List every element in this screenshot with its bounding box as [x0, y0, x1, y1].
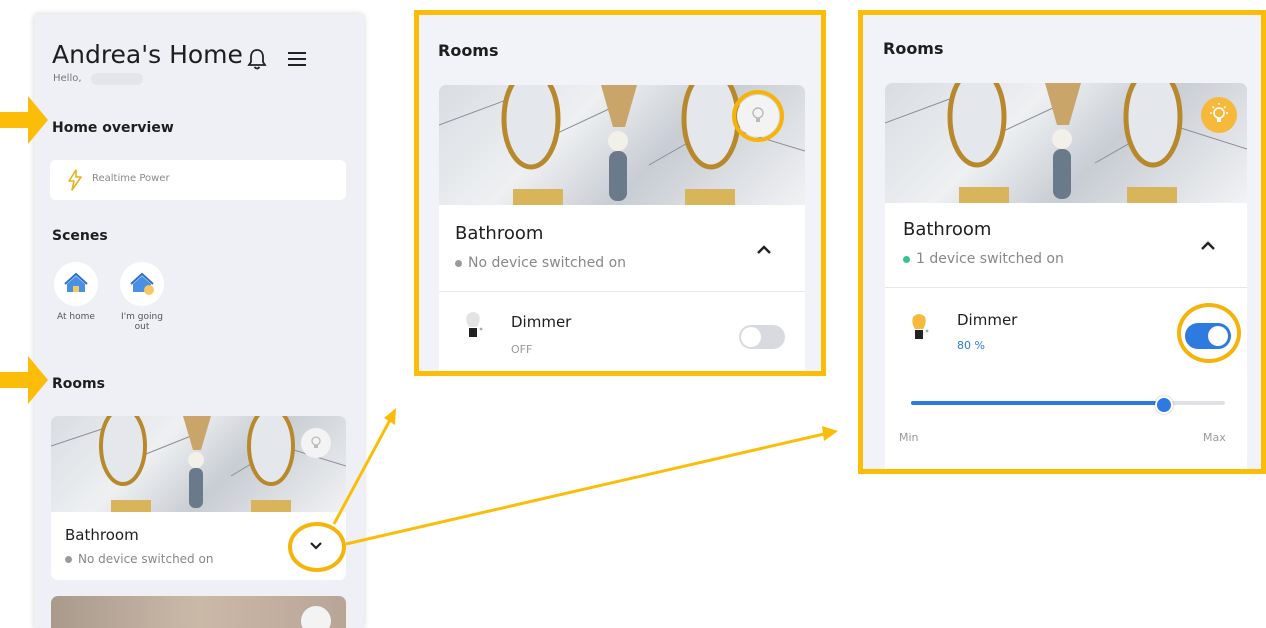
status-dot: [903, 255, 910, 263]
chevron-up-icon[interactable]: [1197, 235, 1219, 257]
room-card-bathroom-on[interactable]: Bathroom 1 device switched on Dimmer 80 …: [885, 83, 1247, 469]
highlight-ring: [1177, 303, 1241, 363]
room-status-text: No device switched on: [468, 255, 627, 271]
brightness-slider[interactable]: [911, 396, 1225, 414]
rooms-panel-off: Rooms Bathroom No device switched on Dim…: [414, 10, 826, 376]
slider-thumb[interactable]: [1155, 396, 1173, 414]
rooms-panel-on: Rooms Bathroom 1 device switched on Dimm…: [858, 10, 1266, 474]
room-image: [885, 83, 1247, 203]
bulb-on-icon: [912, 314, 929, 339]
divider: [885, 287, 1247, 288]
room-status: 1 device switched on: [903, 251, 1064, 267]
divider: [439, 291, 805, 292]
device-toggle[interactable]: [739, 325, 785, 349]
device-level: 80 %: [957, 339, 985, 352]
status-dot: [455, 259, 462, 267]
device-state: OFF: [511, 343, 533, 356]
panel-title: Rooms: [438, 41, 499, 60]
bulb-off-icon: [466, 312, 483, 337]
device-name: Dimmer: [511, 313, 572, 331]
slider-min-label: Min: [899, 431, 919, 444]
device-name: Dimmer: [957, 311, 1018, 329]
room-name: Bathroom: [455, 223, 544, 244]
room-status: No device switched on: [455, 255, 626, 271]
room-name: Bathroom: [903, 219, 992, 240]
room-status-text: 1 device switched on: [916, 251, 1064, 267]
panel-title: Rooms: [883, 39, 944, 58]
highlight-ring: [732, 90, 784, 142]
chevron-up-icon[interactable]: [753, 239, 775, 261]
slider-max-label: Max: [1203, 431, 1226, 444]
lightbulb-on-icon[interactable]: [1201, 97, 1237, 133]
slider-fill: [911, 401, 1162, 405]
